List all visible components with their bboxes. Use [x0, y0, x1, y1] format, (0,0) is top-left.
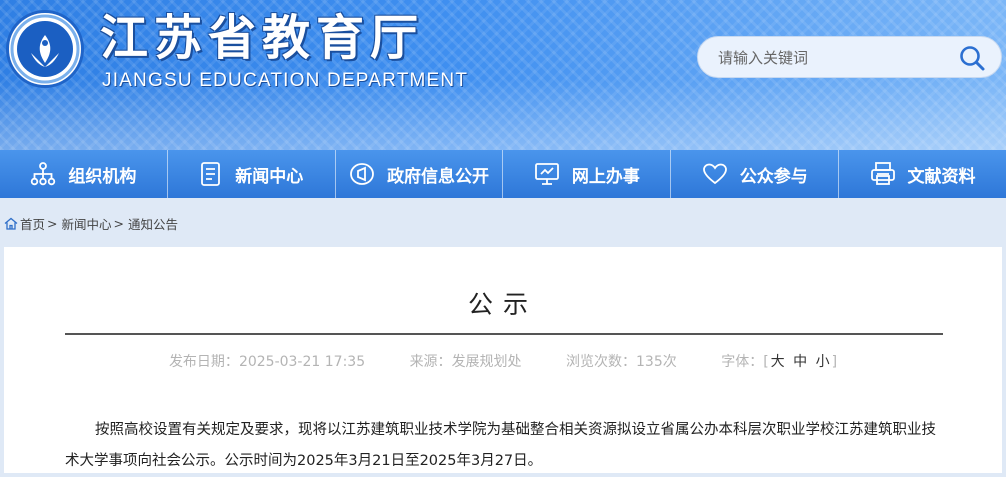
nav-label: 政府信息公开 [387, 166, 490, 187]
article-title: 公示 [467, 290, 538, 319]
printer-icon [870, 162, 895, 185]
breadcrumb-current[interactable]: 通知公告 [128, 214, 178, 233]
nav-label: 文献资料 [907, 166, 976, 187]
search-input[interactable] [716, 45, 950, 71]
nav-label: 公众参与 [739, 166, 808, 187]
site-title: 江苏省教育厅 [100, 10, 425, 66]
font-medium-button[interactable]: 中 [793, 354, 807, 370]
main-nav: 组织机构 新闻中心 政府信息公开 网上办事 公众参与 文献资料 [0, 150, 1006, 198]
nav-label: 组织机构 [68, 166, 137, 187]
site-logo[interactable] [6, 10, 84, 88]
megaphone-icon [350, 163, 374, 185]
search-box [697, 36, 1002, 78]
meta-date: 发布日期：2025-03-21 17:35 [169, 354, 365, 370]
font-small-button[interactable]: 小 [816, 354, 830, 370]
heart-icon [702, 163, 727, 185]
font-bracket-close: ] [831, 354, 838, 370]
nav-item-news[interactable]: 新闻中心 [168, 150, 336, 198]
nav-item-gov-info[interactable]: 政府信息公开 [336, 150, 504, 198]
meta-date-label: 发布日期： [168, 354, 239, 370]
home-icon [4, 217, 18, 230]
nav-item-public-participation[interactable]: 公众参与 [671, 150, 840, 198]
nav-item-online-service[interactable]: 网上办事 [503, 150, 672, 198]
search-icon[interactable] [957, 43, 987, 73]
breadcrumb-separator: > [47, 215, 58, 231]
meta-date-value: 2025-03-21 17:35 [238, 354, 366, 370]
nav-item-documents[interactable]: 文献资料 [839, 150, 1006, 198]
emblem-icon [10, 14, 80, 84]
font-size-label: 字体： [721, 354, 764, 370]
font-size-control: 字体：[大 中 小] [721, 354, 837, 370]
org-chart-icon [31, 162, 56, 186]
nav-item-organization[interactable]: 组织机构 [0, 150, 168, 198]
meta-views-value: 135次 [636, 354, 677, 370]
breadcrumb-section[interactable]: 新闻中心 [62, 214, 112, 233]
site-subtitle: JIANGSU EDUCATION DEPARTMENT [102, 70, 469, 91]
font-large-button[interactable]: 大 [771, 354, 785, 370]
meta-source: 来源：发展规划处 [410, 354, 522, 370]
title-divider [65, 333, 943, 335]
article-panel: 公示 发布日期：2025-03-21 17:35 来源：发展规划处 浏览次数：1… [4, 247, 1002, 473]
breadcrumb-home[interactable]: 首页 [20, 214, 45, 233]
nav-label: 网上办事 [571, 166, 640, 187]
meta-views-label: 浏览次数： [566, 354, 637, 370]
meta-source-label: 来源： [409, 354, 452, 370]
site-header: 江苏省教育厅 JIANGSU EDUCATION DEPARTMENT [0, 0, 1006, 150]
article-meta: 发布日期：2025-03-21 17:35 来源：发展规划处 浏览次数：135次… [4, 351, 1002, 371]
meta-views: 浏览次数：135次 [566, 354, 677, 370]
article-body: 按照高校设置有关规定及要求，现将以江苏建筑职业技术学院为基础整合相关资源拟设立省… [65, 422, 936, 469]
breadcrumb: 首页 > 新闻中心 > 通知公告 [4, 214, 178, 232]
nav-label: 新闻中心 [235, 166, 304, 187]
monitor-icon [534, 163, 559, 185]
meta-source-value: 发展规划处 [451, 354, 522, 370]
document-icon [201, 162, 221, 186]
breadcrumb-separator: > [113, 215, 124, 231]
font-bracket-open: [ [763, 354, 769, 370]
